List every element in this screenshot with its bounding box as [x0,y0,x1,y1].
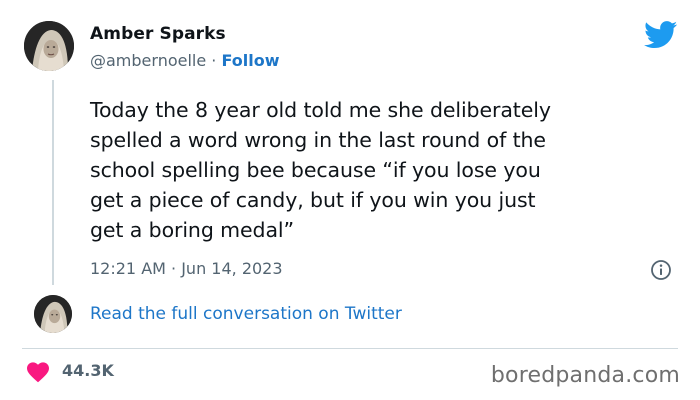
author-handle[interactable]: @ambernoelle [90,51,206,70]
handle-separator: · [206,51,222,70]
author-handle-row: @ambernoelle · Follow [90,51,279,70]
author-name[interactable]: Amber Sparks [90,24,226,44]
follow-button[interactable]: Follow [221,51,279,70]
tweet-timestamp[interactable]: 12:21 AM · Jun 14, 2023 [90,259,283,278]
read-full-conversation-link[interactable]: Read the full conversation on Twitter [90,304,402,324]
twitter-bird-icon[interactable] [644,21,678,49]
conversation-avatar[interactable] [34,295,72,333]
heart-icon[interactable] [26,361,50,383]
watermark-brand: boredpanda.com [490,363,680,388]
divider [22,348,678,349]
like-count: 44.3K [62,361,114,380]
info-icon[interactable] [650,259,672,281]
thread-connector-line [52,80,54,285]
tweet-embed-card: Amber Sparks @ambernoelle · Follow Today… [0,0,700,400]
author-avatar[interactable] [24,21,74,71]
tweet-text: Today the 8 year old told me she deliber… [90,98,551,242]
